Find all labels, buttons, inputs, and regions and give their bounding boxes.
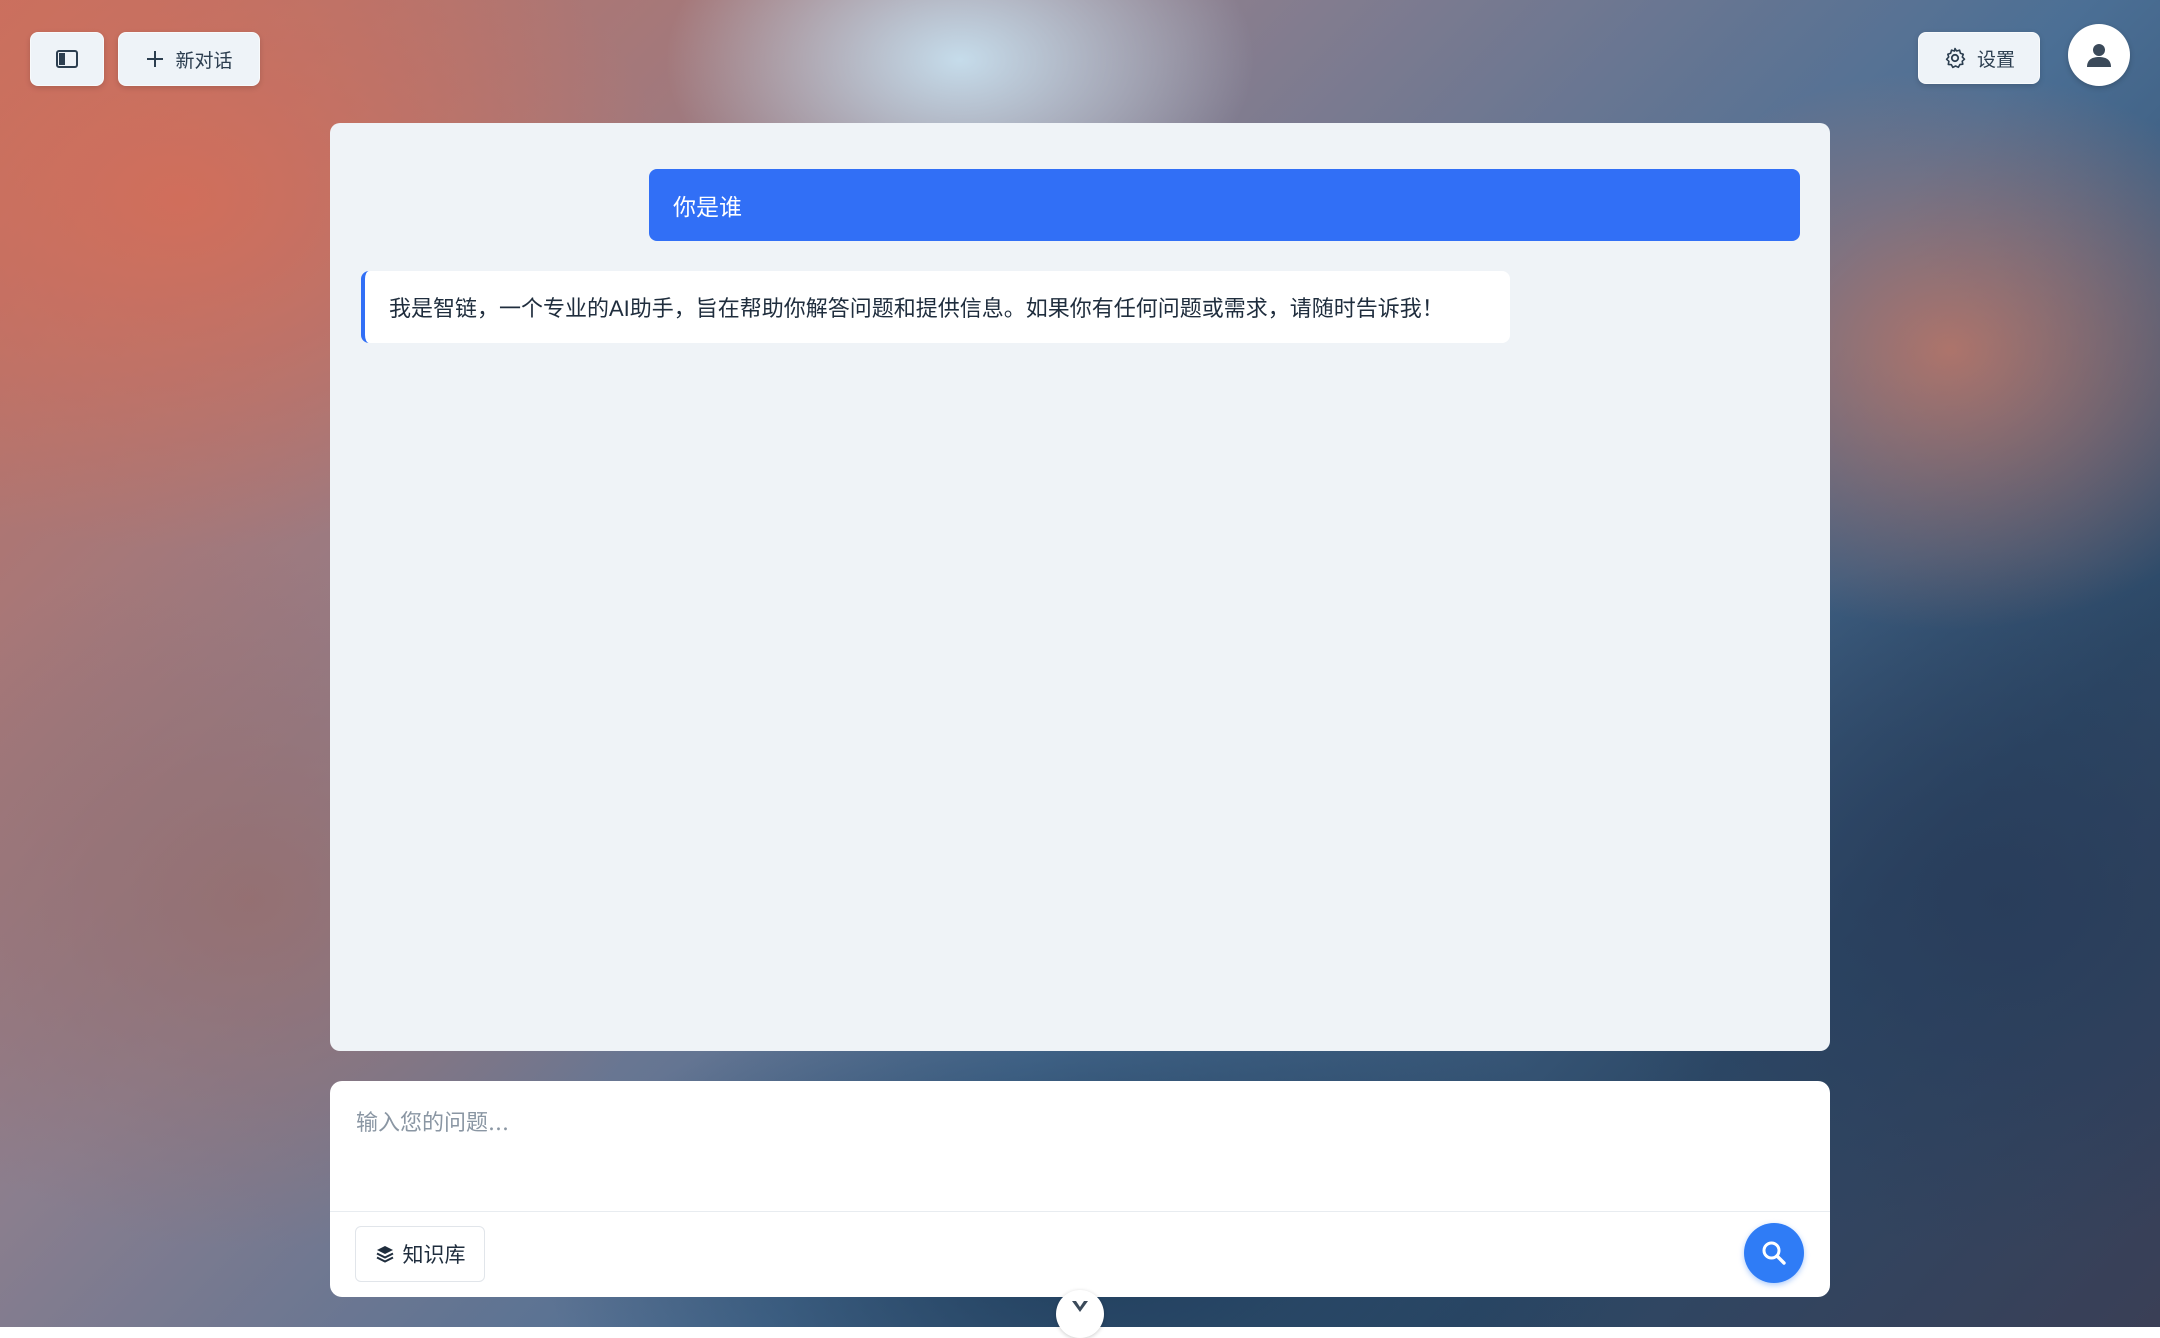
settings-label: 设置 [1976, 49, 2015, 71]
scroll-down-button[interactable] [1056, 1290, 1104, 1338]
layers-icon [376, 1246, 393, 1263]
user-message: 你是谁 [649, 169, 1800, 241]
knowledge-base-button[interactable]: 知识库 [355, 1226, 485, 1282]
question-input[interactable] [354, 1103, 1798, 1187]
user-message-text: 你是谁 [673, 194, 742, 220]
search-icon [1762, 1241, 1786, 1265]
search-button[interactable] [1744, 1223, 1804, 1283]
assistant-message: 我是智链，一个专业的AI助手，旨在帮助你解答问题和提供信息。如果你有任何问题或需… [361, 271, 1510, 343]
sidebar-toggle-button[interactable] [30, 32, 104, 86]
sidebar-toggle-icon [56, 50, 78, 68]
knowledge-base-label: 知识库 [402, 1244, 466, 1267]
composer-panel: 知识库 [330, 1081, 1830, 1297]
user-icon [2087, 44, 2111, 67]
new-chat-label: 新对话 [175, 50, 233, 72]
chat-panel: 你是谁 我是智链，一个专业的AI助手，旨在帮助你解答问题和提供信息。如果你有任何… [330, 123, 1830, 1051]
plus-icon [147, 51, 164, 67]
new-chat-button[interactable]: 新对话 [118, 32, 260, 86]
chevron-down-icon [1072, 1301, 1088, 1312]
composer-divider [330, 1211, 1830, 1212]
assistant-message-text: 我是智链，一个专业的AI助手，旨在帮助你解答问题和提供信息。如果你有任何问题或需… [389, 296, 1444, 321]
user-avatar-button[interactable] [2068, 24, 2130, 86]
gear-icon [1945, 47, 1966, 69]
settings-button[interactable]: 设置 [1918, 32, 2040, 84]
